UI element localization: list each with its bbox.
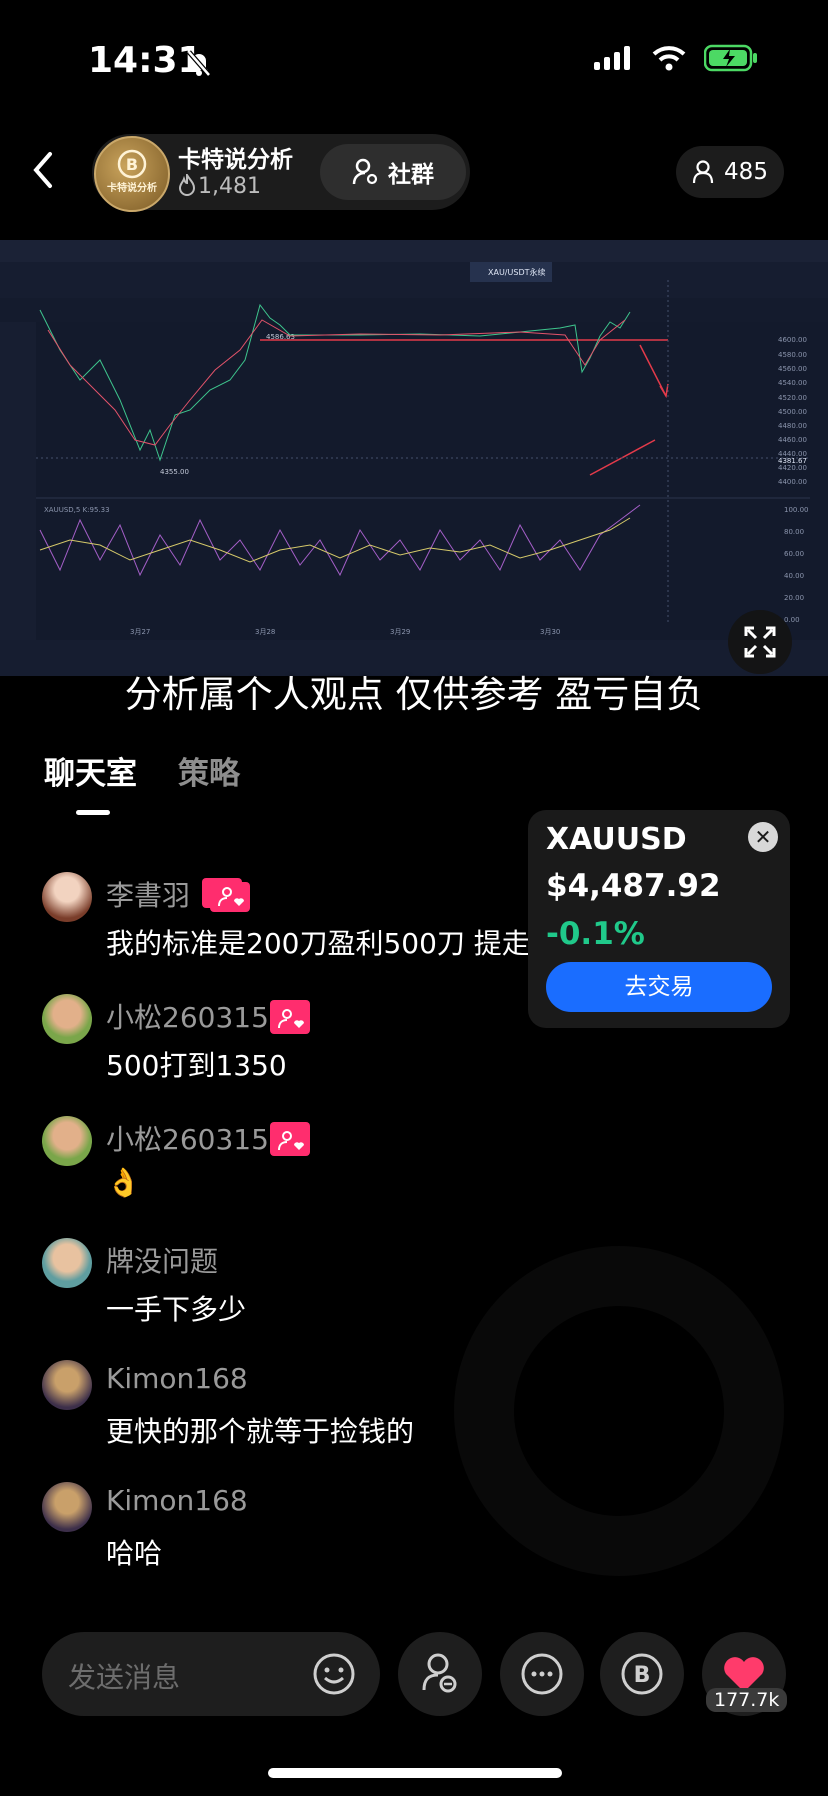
more-icon bbox=[521, 1653, 563, 1695]
trade-button[interactable]: 去交易 bbox=[546, 962, 772, 1012]
svg-text:XAUUSD,5 K:95.33: XAUUSD,5 K:95.33 bbox=[44, 506, 110, 514]
svg-text:4400.00: 4400.00 bbox=[778, 478, 807, 486]
chat-text: 哈哈 bbox=[106, 1537, 163, 1570]
avatar[interactable] bbox=[42, 872, 92, 922]
avatar[interactable] bbox=[42, 1482, 92, 1532]
price-axis: 4600.00 4580.00 4560.00 4540.00 4520.00 … bbox=[778, 336, 807, 486]
home-indicator bbox=[268, 1768, 562, 1778]
community-button[interactable]: 社群 bbox=[320, 144, 466, 200]
fire-icon bbox=[178, 171, 196, 196]
svg-text:4381.67: 4381.67 bbox=[778, 457, 807, 465]
chat-message: 小松260315 👌 bbox=[42, 1116, 802, 1226]
person-icon bbox=[352, 158, 378, 185]
svg-text:20.00: 20.00 bbox=[784, 594, 804, 602]
tab-chat[interactable]: 聊天室 bbox=[44, 748, 137, 793]
svg-text:4460.00: 4460.00 bbox=[778, 436, 807, 444]
chat-text: 我的标准是200刀盈利500刀 提走 bbox=[106, 927, 530, 960]
chat-message: Kimon168 哈哈 bbox=[42, 1482, 802, 1592]
svg-text:3月29: 3月29 bbox=[390, 628, 410, 636]
b-coin-button[interactable]: B bbox=[600, 1632, 684, 1716]
chat-username[interactable]: 小松260315 bbox=[106, 1118, 269, 1158]
battery-icon bbox=[704, 44, 757, 72]
oscillator-axis: 100.00 80.00 60.00 40.00 20.00 0.00 bbox=[784, 506, 809, 624]
avatar[interactable] bbox=[42, 1116, 92, 1166]
bell-slash-icon bbox=[187, 50, 211, 77]
chat-message: Kimon168 更快的那个就等于捡钱的 bbox=[42, 1360, 802, 1470]
svg-text:4500.00: 4500.00 bbox=[778, 408, 807, 416]
svg-text:4520.00: 4520.00 bbox=[778, 394, 807, 402]
avatar[interactable] bbox=[42, 1360, 92, 1410]
avatar[interactable] bbox=[42, 1238, 92, 1288]
svg-text:100.00: 100.00 bbox=[784, 506, 809, 514]
svg-text:4420.00: 4420.00 bbox=[778, 464, 807, 472]
ticker-symbol: XAUUSD bbox=[546, 822, 687, 857]
svg-text:3月27: 3月27 bbox=[130, 628, 150, 636]
viewer-count[interactable]: 485 bbox=[676, 146, 784, 198]
date-axis: 3月27 3月28 3月29 3月30 bbox=[130, 628, 560, 636]
chat-text: 👌 bbox=[106, 1166, 141, 1199]
svg-text:B: B bbox=[126, 155, 138, 174]
like-count: 177.7k bbox=[706, 1688, 788, 1712]
user-add-icon bbox=[422, 1653, 457, 1693]
user-add-button[interactable] bbox=[398, 1632, 482, 1716]
stream-subtitle: 分析属个人观点 仅供参考 盈亏自负 bbox=[124, 673, 704, 716]
svg-text:4580.00: 4580.00 bbox=[778, 351, 807, 359]
svg-text:80.00: 80.00 bbox=[784, 528, 804, 536]
tab-strategy[interactable]: 策略 bbox=[178, 748, 240, 793]
host-avatar[interactable]: B 卡特说分析 bbox=[94, 136, 170, 212]
fan-badge-icon bbox=[270, 1004, 310, 1034]
host-name: 卡特说分析 bbox=[178, 147, 293, 173]
more-button[interactable] bbox=[500, 1632, 584, 1716]
svg-text:3月28: 3月28 bbox=[255, 628, 275, 636]
close-icon[interactable]: ✕ bbox=[748, 822, 778, 852]
person-icon bbox=[692, 160, 714, 184]
svg-text:60.00: 60.00 bbox=[784, 550, 804, 558]
chat-username[interactable]: Kimon168 bbox=[106, 1484, 248, 1517]
chat-text: 500打到1350 bbox=[106, 1049, 287, 1082]
fan-badge-icon bbox=[270, 1126, 310, 1156]
svg-text:4540.00: 4540.00 bbox=[778, 379, 807, 387]
ticker-price: $4,487.92 bbox=[546, 868, 721, 904]
tab-active-indicator bbox=[76, 810, 110, 815]
chat-text: 更快的那个就等于捡钱的 bbox=[106, 1415, 415, 1448]
svg-text:4355.00: 4355.00 bbox=[160, 468, 189, 476]
chat-text: 一手下多少 bbox=[106, 1293, 247, 1326]
svg-text:4586.63: 4586.63 bbox=[266, 333, 295, 341]
emoji-icon[interactable] bbox=[312, 1652, 356, 1696]
host-avatar-text: 卡特说分析 bbox=[107, 183, 157, 194]
fan-badge-icon bbox=[210, 882, 250, 912]
trading-chart: XAU/USDT永续 XAUUSD,5 K:95.33 4586.63 4355… bbox=[0, 240, 828, 676]
live-stream-video[interactable]: XAU/USDT永续 XAUUSD,5 K:95.33 4586.63 4355… bbox=[0, 240, 828, 676]
host-likes: 1,481 bbox=[178, 171, 261, 199]
symbol-tab: XAU/USDT永续 bbox=[488, 267, 545, 277]
svg-text:40.00: 40.00 bbox=[784, 572, 804, 580]
ticker-change: -0.1% bbox=[546, 916, 645, 952]
chat-username[interactable]: 李書羽 bbox=[106, 874, 190, 914]
svg-text:0.00: 0.00 bbox=[784, 616, 800, 624]
chat-username[interactable]: 牌没问题 bbox=[106, 1240, 218, 1280]
avatar[interactable] bbox=[42, 994, 92, 1044]
svg-text:4560.00: 4560.00 bbox=[778, 365, 807, 373]
chat-username[interactable]: 小松260315 bbox=[106, 996, 269, 1036]
send-message-placeholder: 发送消息 bbox=[68, 1661, 181, 1694]
svg-text:B: B bbox=[634, 1663, 651, 1688]
svg-text:4600.00: 4600.00 bbox=[778, 336, 807, 344]
chat-username[interactable]: Kimon168 bbox=[106, 1362, 248, 1395]
status-icons bbox=[594, 44, 758, 72]
wifi-icon bbox=[652, 46, 686, 71]
svg-text:4480.00: 4480.00 bbox=[778, 422, 807, 430]
b-coin-icon: B bbox=[621, 1653, 663, 1695]
svg-text:3月30: 3月30 bbox=[540, 628, 560, 636]
chat-message: 牌没问题 一手下多少 bbox=[42, 1238, 802, 1348]
chevron-left-icon[interactable] bbox=[28, 150, 58, 190]
signal-icon bbox=[594, 46, 630, 70]
